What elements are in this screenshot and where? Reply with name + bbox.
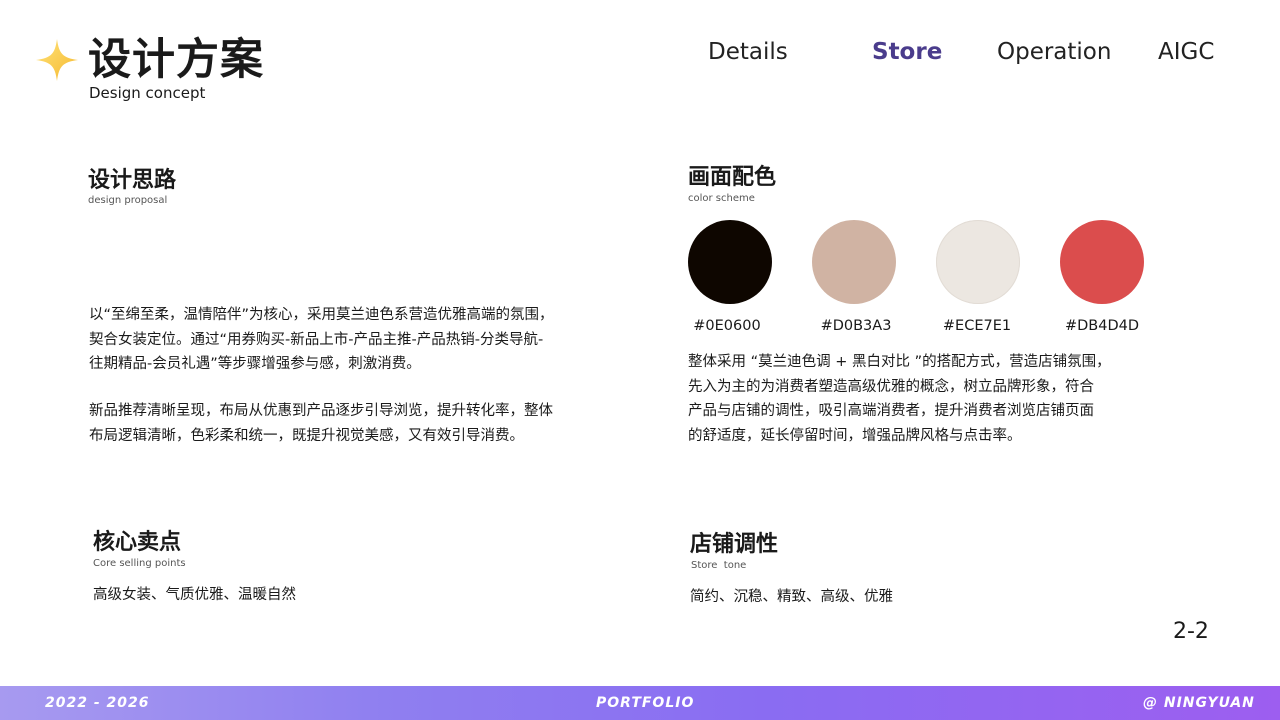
color-swatch-ivory bbox=[936, 220, 1020, 304]
core-selling-subtitle: Core selling points bbox=[93, 558, 186, 569]
core-selling-text: 高级女装、气质优雅、温暖自然 bbox=[93, 587, 296, 603]
design-proposal-subtitle: design proposal bbox=[88, 195, 168, 206]
sparkle-icon bbox=[36, 39, 78, 81]
color-swatch-black bbox=[688, 220, 772, 304]
page-title: 设计方案 bbox=[88, 35, 264, 85]
store-tone-subtitle: Store tone bbox=[691, 560, 747, 571]
store-tone-title: 店铺调性 bbox=[690, 532, 779, 557]
text-line: 布局逻辑清晰，色彩柔和统一，既提升视觉美感，又有效引导消费。 bbox=[89, 427, 524, 444]
color-hex-label: #0E0600 bbox=[693, 318, 761, 334]
footer-author: @ NINGYUAN bbox=[1143, 695, 1255, 711]
page-subtitle: Design concept bbox=[89, 84, 206, 102]
color-hex-label: #D0B3A3 bbox=[820, 318, 892, 334]
text-line: 以“至绵至柔，温情陪伴”为核心，采用莫兰迪色系营造优雅高端的氛围， bbox=[89, 307, 554, 323]
design-proposal-paragraph-2: 新品推荐清晰呈现，布局从优惠到产品逐步引导浏览，提升转化率，整体 布局逻辑清晰，… bbox=[89, 399, 553, 448]
color-hex-label: #ECE7E1 bbox=[942, 318, 1012, 334]
core-selling-title: 核心卖点 bbox=[93, 530, 182, 555]
text-line: 产品与店铺的调性，吸引高端消费者，提升消费者浏览店铺页面 bbox=[688, 403, 1094, 419]
footer-years: 2022 - 2026 bbox=[45, 695, 150, 711]
nav-store[interactable]: Store bbox=[872, 38, 942, 66]
page-number: 2-2 bbox=[1173, 619, 1209, 644]
design-proposal-title: 设计思路 bbox=[88, 168, 177, 193]
footer-portfolio: PORTFOLIO bbox=[596, 695, 695, 711]
text-line: 新品推荐清晰呈现，布局从优惠到产品逐步引导浏览，提升转化率，整体 bbox=[89, 403, 553, 419]
color-scheme-description: 整体采用 “莫兰迪色调 + 黑白对比 ”的搭配方式，营造店铺氛围， 先入为主的为… bbox=[688, 350, 1111, 448]
text-line: 先入为主的为消费者塑造高级优雅的概念，树立品牌形象，符合 bbox=[688, 378, 1094, 395]
nav-aigc[interactable]: AIGC bbox=[1158, 38, 1214, 66]
color-swatch-red bbox=[1060, 220, 1144, 304]
store-tone-text: 简约、沉稳、精致、高级、优雅 bbox=[690, 589, 893, 605]
text-line: 往期精品-会员礼遇”等步骤增强参与感，刺激消费。 bbox=[89, 356, 421, 372]
color-swatch-beige bbox=[812, 220, 896, 304]
color-scheme-subtitle: color scheme bbox=[688, 193, 755, 204]
text-line: 整体采用 “莫兰迪色调 + 黑白对比 ”的搭配方式，营造店铺氛围， bbox=[688, 354, 1111, 370]
nav-operation[interactable]: Operation bbox=[997, 38, 1111, 66]
design-proposal-paragraph-1: 以“至绵至柔，温情陪伴”为核心，采用莫兰迪色系营造优雅高端的氛围， 契合女装定位… bbox=[89, 303, 554, 377]
color-scheme-title: 画面配色 bbox=[688, 165, 777, 190]
nav-details[interactable]: Details bbox=[708, 38, 788, 66]
text-line: 契合女装定位。通过“用券购买-新品上市-产品主推-产品热销-分类导航- bbox=[89, 331, 544, 348]
color-hex-label: #DB4D4D bbox=[1064, 318, 1140, 334]
text-line: 的舒适度，延长停留时间，增强品牌风格与点击率。 bbox=[688, 427, 1022, 444]
